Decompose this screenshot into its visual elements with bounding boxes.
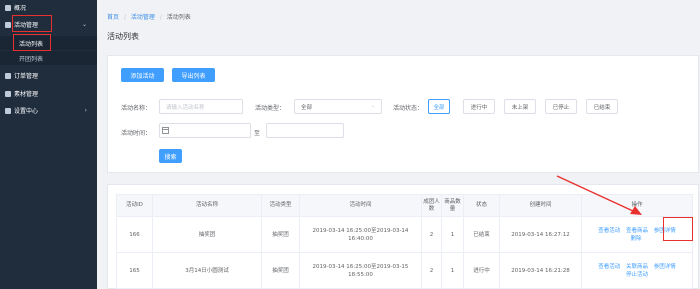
cell-goods: 1 [441, 216, 464, 253]
column-header: 活动类型 [261, 194, 300, 217]
cell-created: 2019-03-14 16:27:12 [499, 216, 582, 253]
group-details-link[interactable]: 参团详情 [654, 228, 676, 234]
view-goods-link[interactable]: 查看商品 [626, 228, 648, 234]
sidebar-item-materials[interactable]: 素材管理 [0, 88, 97, 99]
column-header: 操作 [581, 194, 693, 217]
status-option-stopped[interactable]: 已停止 [545, 99, 577, 114]
breadcrumb-separator: / [123, 14, 126, 21]
sidebar-item-label: 活动列表 [19, 40, 44, 48]
export-list-button[interactable]: 导出列表 [172, 68, 215, 82]
view-activity-link[interactable]: 查看活动 [598, 264, 620, 270]
sidebar-subitem-group-list[interactable]: 开团列表 [0, 51, 97, 65]
activity-name-label: 活动名称： [121, 105, 152, 112]
cell-operations: 查看活动 查看商品 参团详情 删除 [581, 216, 693, 253]
calendar-icon [162, 127, 169, 134]
column-header: 活动时间 [299, 194, 422, 217]
cell-name: 3月14日小圆测试 [152, 252, 262, 289]
sidebar-item-label: 开团列表 [19, 55, 44, 63]
activity-time-label: 活动时间： [121, 130, 152, 137]
sidebar-item-label: 设置中心 [14, 108, 39, 115]
activity-type-select[interactable]: 全部 ⌄ [294, 99, 382, 114]
sidebar-item-label: 概况 [14, 5, 27, 12]
page-title: 活动列表 [107, 32, 139, 41]
app-root: 概况 活动管理 ⌄ 活动列表 开团列表 订单管理 素材管理 设置中心 › 首页 … [0, 0, 700, 289]
cell-type: 抽奖团 [261, 252, 300, 289]
end-date-input[interactable] [266, 123, 344, 138]
sidebar-item-label: 活动管理 [14, 22, 39, 29]
group-details-link[interactable]: 参团详情 [654, 264, 676, 270]
breadcrumb-home[interactable]: 首页 [107, 14, 119, 21]
cell-goods: 1 [441, 252, 464, 289]
table-row: 166 抽奖团 抽奖团 2019-03-14 16:25:00至2019-03-… [116, 216, 693, 253]
table-panel: 活动ID 活动名称 活动类型 活动时间 成团人数 商品数量 状态 创建时间 操作… [107, 184, 699, 289]
cell-id: 166 [116, 216, 153, 253]
cell-type: 抽奖团 [261, 216, 300, 253]
status-option-all[interactable]: 全部 [428, 99, 450, 114]
cell-status: 进行中 [463, 252, 500, 289]
cell-people: 2 [421, 252, 442, 289]
activity-status-label: 活动状态： [393, 105, 424, 112]
column-header: 活动ID [116, 194, 153, 217]
activity-type-label: 活动类型： [255, 105, 286, 112]
cell-people: 2 [421, 216, 442, 253]
add-activity-button[interactable]: 添加活动 [121, 68, 164, 82]
sidebar: 概况 活动管理 ⌄ 活动列表 开团列表 订单管理 素材管理 设置中心 › [0, 0, 97, 289]
cell-time: 2019-03-14 16:25:00至2019-03-15 18:55:00 [299, 252, 422, 289]
delete-link[interactable]: 删除 [630, 236, 641, 242]
start-date-input[interactable] [159, 123, 251, 138]
cell-id: 165 [116, 252, 153, 289]
column-header: 创建时间 [499, 194, 582, 217]
stop-activity-link[interactable]: 停止活动 [626, 272, 648, 278]
activity-table: 活动ID 活动名称 活动类型 活动时间 成团人数 商品数量 状态 创建时间 操作… [116, 194, 693, 289]
order-icon [5, 72, 11, 79]
cell-name: 抽奖团 [152, 216, 262, 253]
filter-panel: 添加活动 导出列表 活动名称： 请输入活动名称 活动类型： 全部 ⌄ 活动状态：… [107, 55, 699, 173]
search-button[interactable]: 搜索 [159, 149, 182, 163]
breadcrumb-current: 活动列表 [166, 14, 191, 21]
overview-icon [5, 4, 11, 11]
date-range-separator: 至 [254, 130, 261, 137]
status-option-ended[interactable]: 已结束 [586, 99, 618, 114]
table-header-row: 活动ID 活动名称 活动类型 活动时间 成团人数 商品数量 状态 创建时间 操作 [116, 194, 693, 217]
chevron-down-icon: ⌄ [81, 21, 87, 28]
link-goods-link[interactable]: 关联商品 [626, 264, 648, 270]
sidebar-item-label: 订单管理 [14, 73, 39, 80]
status-option-ongoing[interactable]: 进行中 [463, 99, 495, 114]
view-activity-link[interactable]: 查看活动 [598, 228, 620, 234]
column-header: 商品数量 [441, 194, 464, 217]
settings-icon [5, 107, 11, 114]
table-row: 165 3月14日小圆测试 抽奖团 2019-03-14 16:25:00至20… [116, 252, 693, 289]
activity-icon [5, 21, 11, 28]
sidebar-item-label: 素材管理 [14, 91, 39, 98]
activity-name-input[interactable]: 请输入活动名称 [159, 99, 243, 114]
sidebar-item-settings[interactable]: 设置中心 › [0, 105, 97, 116]
column-header: 成团人数 [421, 194, 442, 217]
sidebar-item-orders[interactable]: 订单管理 [0, 70, 97, 81]
breadcrumb: 首页 / 活动管理 / 活动列表 [107, 12, 191, 21]
chevron-right-icon: › [84, 107, 87, 114]
activity-name-placeholder: 请输入活动名称 [166, 104, 205, 111]
cell-operations: 查看活动 关联商品 参团详情 停止活动 [581, 252, 693, 289]
column-header: 状态 [463, 194, 500, 217]
breadcrumb-section[interactable]: 活动管理 [131, 14, 155, 21]
cell-time: 2019-03-14 16:25:00至2019-03-14 16:40:00 [299, 216, 422, 253]
status-option-unlisted[interactable]: 未上架 [504, 99, 536, 114]
column-header: 活动名称 [152, 194, 262, 217]
breadcrumb-separator: / [159, 14, 162, 21]
activity-type-value: 全部 [301, 104, 313, 111]
cell-status: 已结束 [463, 216, 500, 253]
sidebar-item-overview[interactable]: 概况 [0, 2, 97, 13]
sidebar-item-activity[interactable]: 活动管理 ⌄ [0, 19, 97, 30]
material-icon [5, 90, 11, 97]
cell-created: 2019-03-14 16:21:28 [499, 252, 582, 289]
chevron-down-icon: ⌄ [370, 103, 375, 109]
sidebar-subitem-activity-list[interactable]: 活动列表 [0, 36, 97, 50]
